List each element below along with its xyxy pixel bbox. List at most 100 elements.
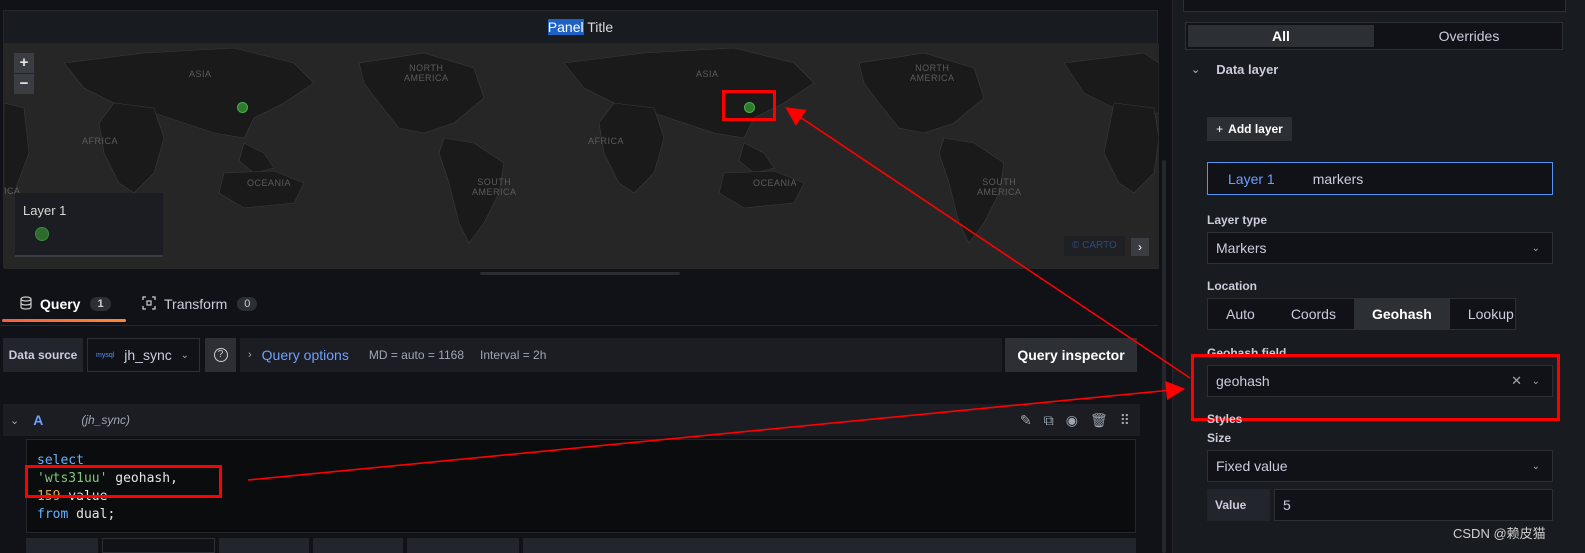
app-root: Panel Title ASIA NORTH AMERICA AFRICA OC…: [0, 0, 1585, 553]
query-inspector-button[interactable]: Query inspector: [1005, 338, 1137, 372]
tab-query-count: 1: [90, 297, 111, 311]
active-tab-indicator: [2, 319, 126, 322]
location-option-lookup[interactable]: Lookup: [1450, 299, 1532, 329]
footer-cell[interactable]: [102, 538, 215, 553]
segment-overrides[interactable]: Overrides: [1376, 23, 1562, 49]
map-attribution[interactable]: © CARTO: [1064, 236, 1125, 256]
annotation-box-marker: [722, 90, 776, 121]
map-label-south-america-1: SOUTH AMERICA: [472, 177, 517, 197]
map-label-north-america-2: NORTH AMERICA: [910, 63, 955, 83]
section-data-layer[interactable]: ⌄ Data layer: [1191, 62, 1278, 77]
scrollbar[interactable]: [1162, 160, 1166, 553]
world-map-svg: [4, 47, 1159, 244]
chevron-right-icon[interactable]: ›: [1131, 238, 1149, 256]
search-options-input[interactable]: [1183, 0, 1566, 12]
tab-query-label: Query: [40, 296, 81, 312]
map-label-africa-1: AFRICA: [82, 136, 119, 146]
zoom-controls: + −: [14, 53, 34, 95]
query-footer: [26, 538, 1136, 553]
section-title: Data layer: [1216, 62, 1279, 77]
question-icon: ?: [213, 348, 228, 362]
footer-cell[interactable]: [523, 538, 1136, 553]
map-label-south-america-2: SOUTH AMERICA: [977, 177, 1022, 197]
layer-kind: markers: [1312, 170, 1364, 187]
query-ref-id[interactable]: A: [33, 412, 43, 428]
value-label: Value: [1207, 489, 1270, 521]
map-label-north-america-1: NORTH AMERICA: [404, 63, 449, 83]
layer-list-item[interactable]: Layer 1 markers: [1207, 162, 1553, 195]
tab-transform-count: 0: [237, 297, 258, 311]
tab-transform[interactable]: Transform 0: [142, 285, 258, 323]
options-pane: All Overrides ⌄ Data layer + Add layer L…: [1172, 0, 1585, 553]
layer-name: Layer 1: [1228, 170, 1275, 187]
help-button[interactable]: ?: [205, 338, 236, 372]
layer-type-label: Layer type: [1207, 213, 1268, 227]
query-options-interval: Interval = 2h: [480, 348, 547, 362]
code-line-4-rest: dual;: [68, 507, 116, 522]
zoom-out-button[interactable]: −: [14, 74, 34, 94]
copy-icon[interactable]: ⧉: [1044, 412, 1054, 429]
size-label: Size: [1207, 431, 1232, 445]
map-marker[interactable]: [237, 102, 248, 113]
trash-icon[interactable]: 🗑: [1090, 412, 1108, 429]
add-layer-button[interactable]: + Add layer: [1207, 117, 1292, 141]
location-option-geohash[interactable]: Geohash: [1353, 299, 1450, 329]
annotation-box-code: [25, 465, 222, 498]
zoom-in-button[interactable]: +: [14, 53, 34, 73]
eye-icon[interactable]: ◉: [1066, 412, 1078, 429]
legend-label: Layer 1: [23, 203, 67, 218]
drag-handle-icon[interactable]: ⠿: [1120, 412, 1130, 429]
chevron-right-icon: ›: [248, 349, 252, 361]
datasource-name: jh_sync: [124, 347, 172, 363]
datasource-picker[interactable]: mysql jh_sync ⌄: [87, 338, 200, 372]
datasource-label: Data source: [3, 338, 83, 372]
chevron-down-icon: ⌄: [1531, 242, 1540, 254]
query-actions: ✎ ⧉ ◉ 🗑 ⠿: [1020, 412, 1130, 429]
layer-type-select[interactable]: Markers ⌄: [1207, 232, 1553, 264]
chevron-down-icon: ⌄: [180, 349, 189, 361]
add-layer-label: Add layer: [1228, 122, 1283, 136]
footer-cell[interactable]: [219, 538, 309, 553]
query-row-header[interactable]: ⌄ A (jh_sync) ✎ ⧉ ◉ 🗑 ⠿: [3, 404, 1140, 436]
tab-query[interactable]: Query 1: [20, 285, 111, 323]
map-label-asia-1: ASIA: [189, 69, 212, 79]
location-option-coords[interactable]: Coords: [1273, 299, 1354, 329]
query-options-bar[interactable]: › Query options MD = auto = 1168 Interva…: [240, 338, 1002, 372]
chevron-down-icon: ⌄: [1191, 64, 1201, 76]
annotation-box-geohash: [1191, 354, 1560, 421]
legend-dot-icon: [35, 227, 49, 241]
location-option-auto[interactable]: Auto: [1208, 299, 1273, 329]
location-label: Location: [1207, 279, 1257, 293]
geomap[interactable]: ASIA NORTH AMERICA AFRICA OCEANIA SOUTH …: [4, 43, 1159, 269]
value-input[interactable]: 5: [1274, 489, 1553, 521]
transform-icon: [142, 295, 156, 313]
plus-icon: +: [1216, 122, 1224, 136]
edit-icon[interactable]: ✎: [1020, 412, 1032, 429]
size-select[interactable]: Fixed value ⌄: [1207, 450, 1553, 482]
chevron-down-icon: ⌄: [1531, 460, 1540, 472]
panel-preview: Panel Title ASIA NORTH AMERICA AFRICA OC…: [3, 10, 1159, 269]
location-radio-group: Auto Coords Geohash Lookup: [1207, 298, 1516, 330]
segment-all[interactable]: All: [1188, 25, 1374, 47]
tab-transform-label: Transform: [164, 296, 228, 312]
map-label-asia-2: ASIA: [696, 69, 719, 79]
styles-label: Styles: [1207, 412, 1243, 426]
panel-title[interactable]: Panel Title: [4, 11, 1157, 43]
pane-resize-handle[interactable]: [480, 272, 680, 275]
map-label-oceania-2: OCEANIA: [753, 178, 798, 188]
map-legend: Layer 1: [15, 193, 163, 257]
size-value: Fixed value: [1216, 458, 1288, 474]
watermark: CSDN @赖皮猫: [1453, 526, 1546, 541]
query-options-md: MD = auto = 1168: [368, 348, 465, 362]
chevron-down-icon[interactable]: ⌄: [10, 414, 19, 427]
map-label-africa-2: AFRICA: [588, 136, 625, 146]
panel-editor: Panel Title ASIA NORTH AMERICA AFRICA OC…: [0, 0, 1165, 553]
footer-cell[interactable]: [26, 538, 98, 553]
query-options-title[interactable]: Query options: [262, 347, 349, 363]
footer-cell[interactable]: [313, 538, 403, 553]
panel-title-rest: Title: [583, 19, 614, 35]
value-row: Value 5: [1207, 489, 1553, 521]
panel-title-selected: Panel: [547, 19, 584, 35]
footer-cell[interactable]: [407, 538, 519, 553]
editor-tabs: Query 1 Transform 0: [0, 285, 1160, 325]
